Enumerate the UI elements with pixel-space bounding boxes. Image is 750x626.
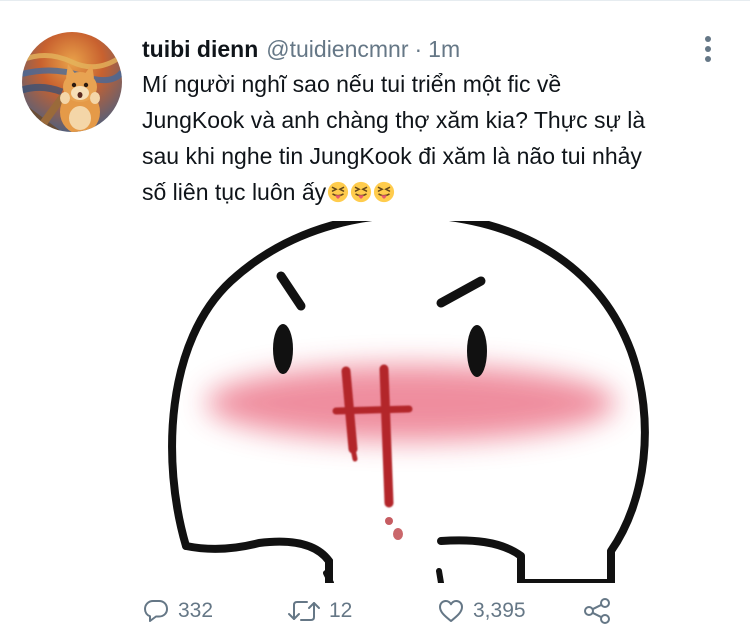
retweet-count: 12 — [329, 599, 353, 622]
tweet-text-line-text: số liên tục luôn ấy — [142, 179, 327, 205]
tweet-text-line: JungKook và anh chàng thợ xăm kia? Thực … — [142, 107, 646, 133]
tweet-meta: @tuidiencmnr · 1m — [266, 36, 460, 63]
tweet-media-image[interactable] — [141, 221, 703, 583]
tweet-text: Mí người nghĩ sao nếu tui triển một fic … — [142, 66, 727, 210]
display-name[interactable]: tuibi dienn — [142, 36, 258, 63]
blushing-face-illustration — [141, 221, 703, 583]
share-button[interactable] — [582, 596, 612, 626]
user-handle[interactable]: @tuidiencmnr — [266, 36, 408, 62]
top-divider — [0, 0, 750, 1]
retweet-icon — [288, 601, 320, 621]
meta-separator: · — [414, 36, 423, 62]
squinting-tongue-emoji-icon — [328, 181, 349, 203]
share-icon — [584, 598, 610, 624]
tweet-text-line-last: số liên tục luôn ấy — [142, 174, 727, 210]
retweet-button[interactable]: 12 — [287, 596, 352, 626]
like-count: 3,395 — [473, 599, 526, 622]
squinting-tongue-emoji-icon — [374, 181, 395, 203]
avatar[interactable] — [22, 32, 122, 132]
more-vertical-icon-dot — [705, 46, 711, 52]
tweet-header: tuibi dienn @tuidiencmnr · 1m — [142, 36, 460, 68]
tweet-text-line: sau khi nghe tin JungKook đi xăm là não … — [142, 143, 642, 169]
reply-icon — [144, 600, 168, 622]
squinting-tongue-emoji-icon — [351, 181, 372, 203]
tweet-time[interactable]: 1m — [428, 36, 460, 62]
more-options-button[interactable] — [694, 34, 722, 64]
tweet-text-line: Mí người nghĩ sao nếu tui triển một fic … — [142, 71, 562, 97]
reply-count: 332 — [178, 599, 214, 622]
more-vertical-icon-dot — [705, 56, 711, 62]
heart-icon — [439, 600, 463, 622]
tweet-actions: 332 12 3,395 — [142, 596, 622, 626]
more-vertical-icon — [705, 36, 711, 42]
scream-cat-avatar-image — [22, 32, 122, 132]
like-button[interactable]: 3,395 — [437, 596, 526, 626]
emoji-group — [327, 181, 395, 203]
reply-button[interactable]: 332 — [142, 596, 213, 626]
